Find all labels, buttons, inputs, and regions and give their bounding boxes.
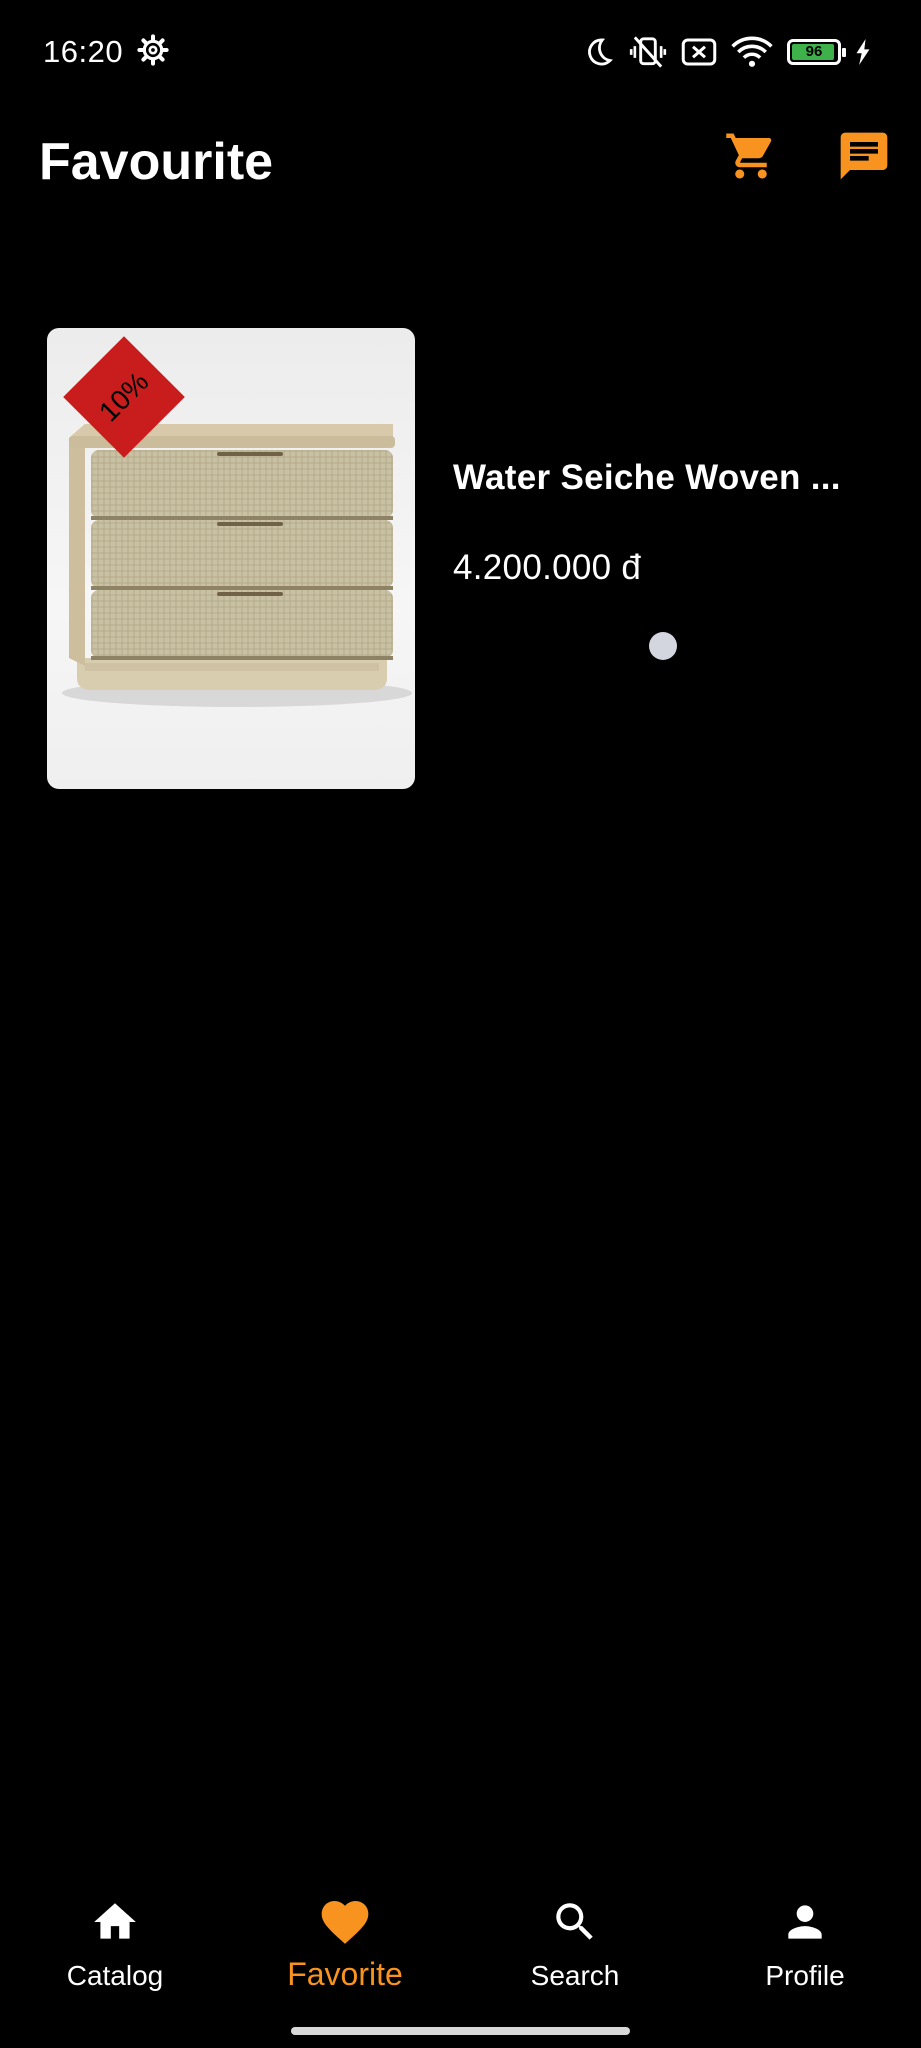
product-image[interactable]: 10% [47, 328, 415, 789]
shopping-cart-icon [726, 133, 772, 179]
indicator-dot [649, 632, 677, 660]
page-title: Favourite [39, 133, 274, 191]
nav-label-favorite: Favorite [287, 1956, 403, 1992]
status-icons: 96 [581, 32, 871, 72]
home-indicator[interactable] [291, 2027, 630, 2035]
favourite-item[interactable]: 10% Water Seiche Woven ... 4.200.000 đ [47, 328, 877, 789]
chat-button[interactable] [829, 121, 899, 191]
battery-icon: 96 [787, 39, 846, 65]
wifi-icon [731, 36, 773, 67]
status-time: 16:20 [43, 34, 124, 69]
battery-level: 96 [805, 43, 823, 60]
nav-item-catalog[interactable]: Catalog [0, 1880, 230, 2012]
nav-item-favorite[interactable]: Favorite [230, 1880, 460, 2012]
vibrate-off-icon [629, 36, 667, 68]
settings-gear-icon [137, 34, 169, 66]
person-icon [777, 1894, 833, 1950]
moon-icon [588, 38, 613, 66]
chat-message-icon [840, 132, 888, 180]
discount-label: 10% [92, 365, 155, 428]
search-icon [547, 1894, 603, 1950]
cart-button[interactable] [716, 121, 786, 191]
nav-label-profile: Profile [765, 1960, 845, 1991]
status-bar: 16:20 96 [0, 0, 921, 104]
nav-label-search: Search [530, 1960, 620, 1991]
nav-label-catalog: Catalog [66, 1960, 164, 1991]
bottom-navigation: Catalog Favorite Search Profile [0, 1880, 921, 2012]
product-price: 4.200.000 đ [453, 548, 642, 587]
product-name[interactable]: Water Seiche Woven ... [453, 458, 873, 498]
sim-x-icon [681, 38, 717, 66]
heart-icon [317, 1894, 373, 1950]
app-header: Favourite [0, 104, 921, 224]
nav-item-profile[interactable]: Profile [690, 1880, 920, 2012]
battery-tip [842, 48, 846, 57]
charging-bolt-icon [856, 39, 870, 65]
nav-item-search[interactable]: Search [460, 1880, 690, 2012]
home-icon [87, 1894, 143, 1950]
